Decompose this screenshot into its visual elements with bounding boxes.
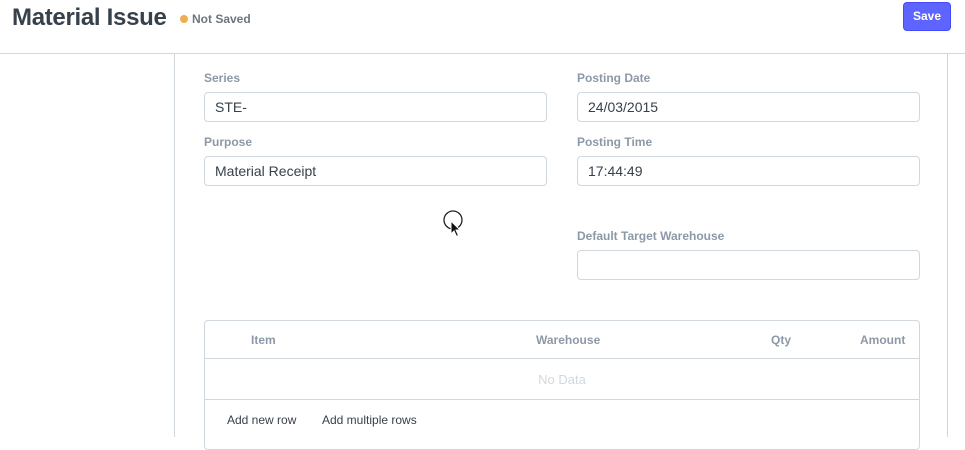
mouse-cursor-icon (443, 210, 463, 238)
purpose-select[interactable]: Material Receipt (204, 156, 547, 186)
status-indicator: Not Saved (180, 12, 251, 26)
column-header-item: Item (251, 333, 276, 347)
column-header-warehouse: Warehouse (536, 333, 601, 347)
column-header-amount: Amount (860, 333, 906, 347)
posting-date-input[interactable]: 24/03/2015 (577, 92, 920, 122)
save-button[interactable]: Save (903, 2, 951, 31)
posting-time-input[interactable]: 17:44:49 (577, 156, 920, 186)
grid-footer: Add new row Add multiple rows (205, 400, 919, 440)
series-label: Series (204, 71, 241, 85)
status-dot-icon (180, 15, 188, 23)
add-new-row-button[interactable]: Add new row (227, 413, 296, 427)
right-gutter (948, 54, 965, 437)
grid-empty-message: No Data (205, 359, 919, 400)
sidebar (0, 54, 174, 437)
status-text: Not Saved (192, 12, 251, 26)
add-multiple-rows-button[interactable]: Add multiple rows (322, 413, 417, 427)
purpose-label: Purpose (204, 135, 253, 149)
page-title: Material Issue (12, 4, 167, 31)
series-input[interactable]: STE- (204, 92, 547, 122)
grid-header: Item Warehouse Qty Amount (205, 321, 919, 359)
posting-date-label: Posting Date (577, 71, 651, 85)
default-target-warehouse-input[interactable] (577, 250, 920, 280)
items-grid: Item Warehouse Qty Amount No Data Add ne… (204, 320, 920, 450)
page-header: Material Issue Not Saved Save (0, 0, 965, 54)
posting-time-label: Posting Time (577, 135, 653, 149)
column-header-qty: Qty (771, 333, 792, 347)
default-target-warehouse-label: Default Target Warehouse (577, 229, 725, 243)
